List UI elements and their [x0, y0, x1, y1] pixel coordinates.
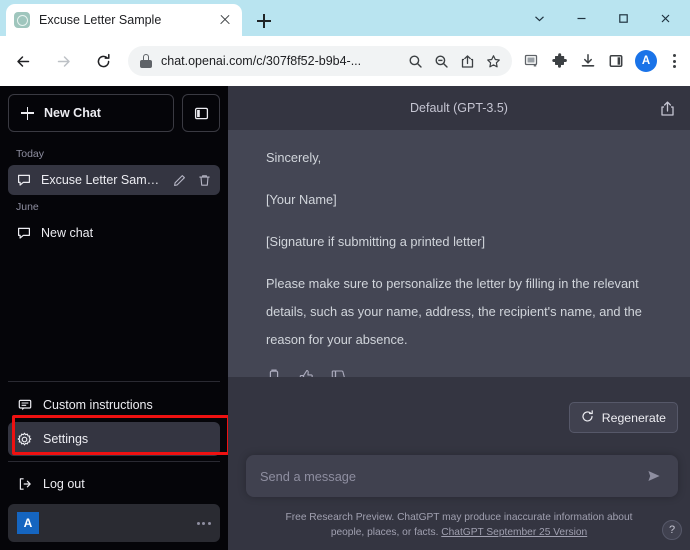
url-text: chat.openai.com/c/307f8f52-b9b4-... [161, 54, 362, 68]
sidebar-item-custom-instructions[interactable]: Custom instructions [8, 388, 220, 422]
model-header: Default (GPT-3.5) [228, 86, 690, 130]
conversation-item-new-chat[interactable]: New chat [8, 218, 220, 248]
browser-titlebar: Excuse Letter Sample [0, 0, 690, 36]
model-label[interactable]: Default (GPT-3.5) [410, 101, 508, 115]
assistant-message-body: Sincerely, [Your Name] [Signature if sub… [228, 144, 690, 377]
user-profile-row[interactable]: A [8, 504, 220, 542]
plus-icon [21, 106, 34, 120]
thumbs-down-icon[interactable] [330, 368, 346, 377]
sidebar-item-label: Log out [43, 477, 85, 491]
regenerate-row: Regenerate [228, 377, 690, 433]
sidebar-top: New Chat [8, 94, 220, 132]
extensions-puzzle-icon[interactable] [546, 44, 574, 78]
trash-icon[interactable] [197, 173, 212, 188]
kebab-menu-icon[interactable] [662, 44, 686, 78]
thumbs-up-icon[interactable] [298, 368, 314, 377]
new-tab-button[interactable] [252, 9, 276, 33]
composer-area: Regenerate Send a message Free Research … [228, 377, 690, 550]
message-input[interactable]: Send a message [246, 455, 678, 497]
sidebar-divider [8, 461, 220, 462]
chatgpt-favicon-icon [14, 12, 30, 28]
version-link[interactable]: ChatGPT September 25 Version [441, 527, 587, 538]
window-controls [518, 0, 686, 36]
sidebar-item-settings[interactable]: Settings [8, 422, 220, 456]
conversation-title: Excuse Letter Sample [41, 173, 162, 187]
conversation-item-excuse-letter-sample[interactable]: Excuse Letter Sample [8, 165, 220, 195]
chevron-down-icon[interactable] [518, 0, 560, 36]
close-window-icon[interactable] [644, 0, 686, 36]
conversation-list: Today Excuse Letter Sample June New chat [8, 142, 220, 381]
media-cast-icon[interactable] [518, 44, 546, 78]
new-chat-label: New Chat [44, 106, 101, 120]
regenerate-button[interactable]: Regenerate [568, 402, 678, 433]
group-label-today: Today [16, 148, 45, 160]
message-input-placeholder: Send a message [260, 468, 357, 484]
regenerate-label: Regenerate [601, 410, 666, 425]
browser-window: Excuse Letter Sample chat.openai.com/c/3… [0, 0, 690, 550]
sidebar-bottom-menu: Custom instructions Settings Log out A [8, 381, 230, 542]
sidebar-toggle-icon[interactable] [182, 94, 220, 132]
reload-icon[interactable] [86, 44, 120, 78]
maximize-icon[interactable] [602, 0, 644, 36]
downloads-icon[interactable] [574, 44, 602, 78]
message-paragraph: Sincerely, [266, 150, 322, 165]
tab-title: Excuse Letter Sample [39, 13, 162, 27]
help-button[interactable]: ? [662, 520, 682, 540]
message-paragraph: [Your Name] [266, 192, 337, 207]
copy-icon[interactable] [266, 368, 282, 377]
message-actions [266, 368, 652, 377]
refresh-icon [581, 409, 594, 426]
message-paragraph: [Signature if submitting a printed lette… [266, 234, 486, 249]
page-content: New Chat Today Excuse Letter Sample June… [0, 86, 690, 550]
minimize-icon[interactable] [560, 0, 602, 36]
lock-icon [140, 54, 152, 68]
gear-icon [17, 432, 32, 447]
browser-tab[interactable]: Excuse Letter Sample [6, 4, 242, 36]
address-bar[interactable]: chat.openai.com/c/307f8f52-b9b4-... [128, 46, 512, 76]
back-arrow-icon[interactable] [6, 44, 40, 78]
share-upload-icon[interactable] [656, 97, 678, 119]
side-panel-icon[interactable] [602, 44, 630, 78]
browser-profile-avatar[interactable]: A [635, 50, 657, 72]
share-icon[interactable] [454, 48, 480, 74]
browser-toolbar: chat.openai.com/c/307f8f52-b9b4-... A [0, 36, 690, 86]
search-icon[interactable] [402, 48, 428, 74]
speech-bubble-icon [16, 226, 31, 241]
edit-pencil-icon[interactable] [172, 173, 187, 188]
send-arrow-icon[interactable] [644, 466, 664, 486]
group-label-june: June [16, 201, 39, 213]
logout-icon [17, 477, 32, 492]
new-chat-button[interactable]: New Chat [8, 94, 174, 132]
speech-bubble-icon [16, 173, 31, 188]
conversation-title: New chat [41, 226, 94, 240]
assistant-message-block: Sincerely, [Your Name] [Signature if sub… [228, 130, 690, 377]
avatar: A [17, 512, 39, 534]
chat-sidebar: New Chat Today Excuse Letter Sample June… [0, 86, 230, 550]
sidebar-item-label: Custom instructions [43, 398, 153, 412]
forward-arrow-icon [46, 44, 80, 78]
sidebar-item-label: Settings [43, 432, 89, 446]
message-paragraph: Please make sure to personalize the lett… [266, 276, 642, 347]
chat-main: Default (GPT-3.5) Sincerely, [Your Name]… [228, 86, 690, 550]
ellipsis-icon[interactable] [196, 521, 211, 525]
zoom-out-icon[interactable] [428, 48, 454, 74]
speech-bubble-lines-icon [17, 398, 32, 413]
footer-disclaimer: Free Research Preview. ChatGPT may produ… [228, 510, 690, 540]
bookmark-star-icon[interactable] [480, 48, 506, 74]
close-tab-icon[interactable] [216, 11, 234, 29]
sidebar-item-log-out[interactable]: Log out [8, 467, 220, 501]
